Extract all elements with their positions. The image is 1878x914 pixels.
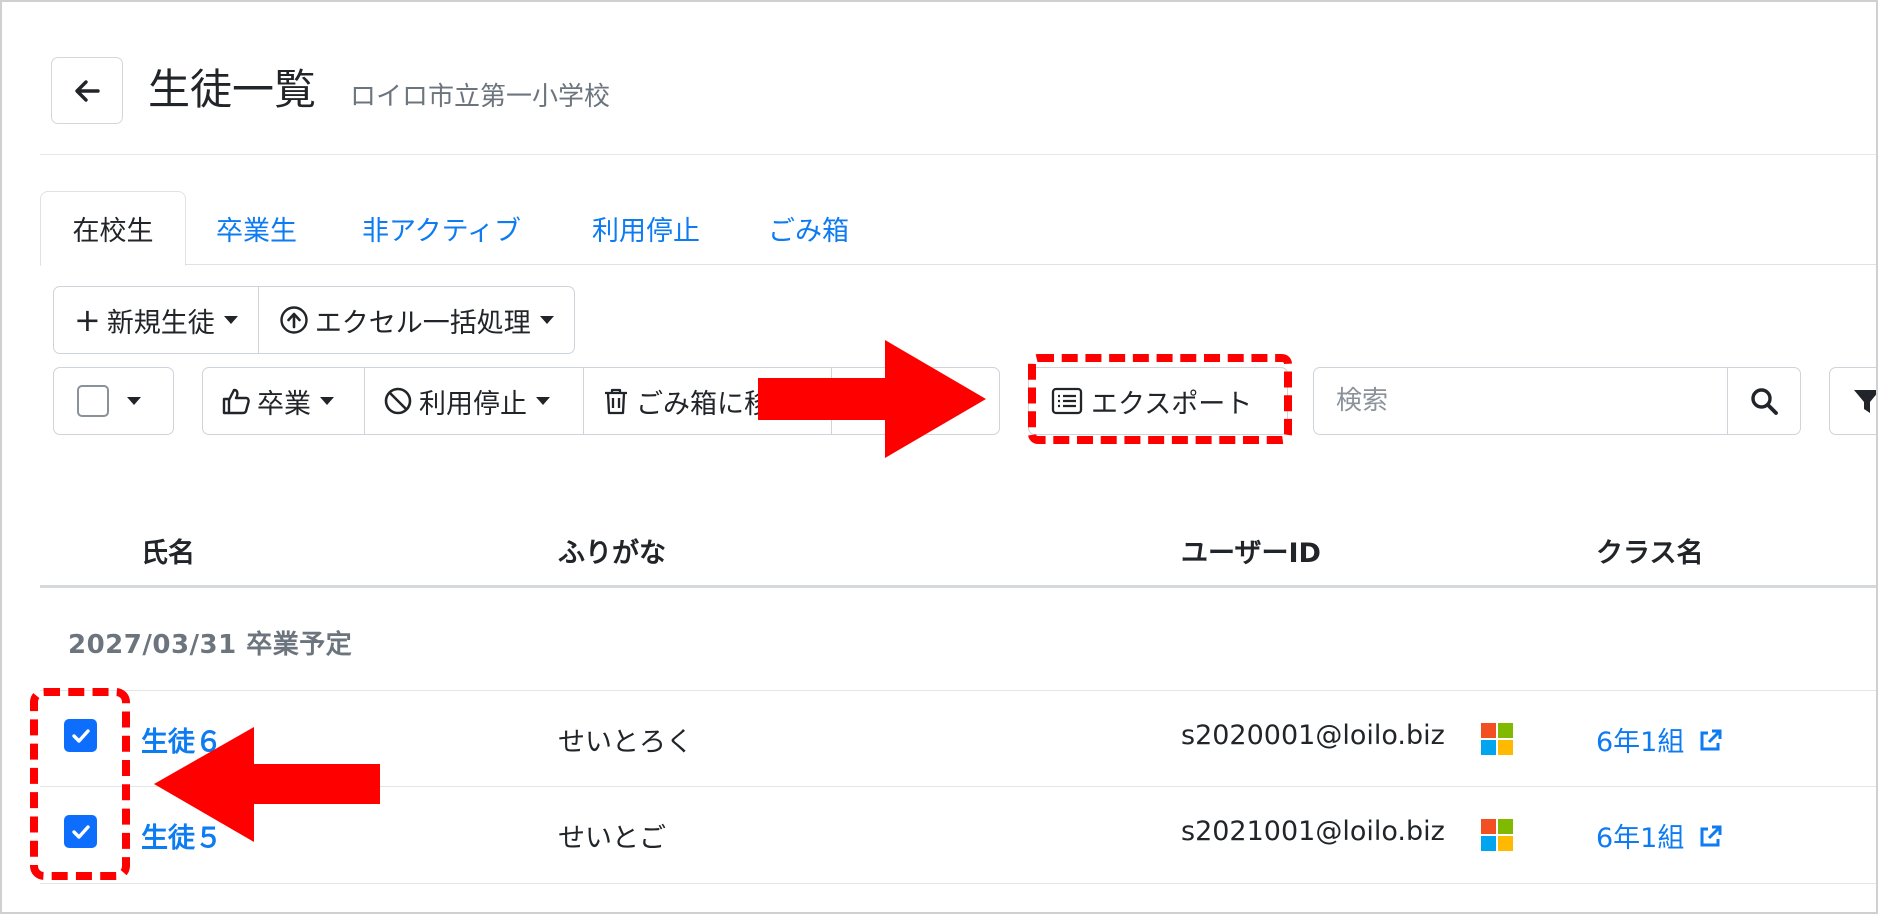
user-id-cell: s2020001@loilo.biz: [1181, 720, 1445, 751]
caret-down-icon: [223, 316, 238, 324]
export-highlight-annotation: [1028, 354, 1292, 444]
search-input[interactable]: [1314, 368, 1727, 434]
thumbs-up-icon: [222, 388, 250, 415]
excel-batch-button[interactable]: エクセル一括処理: [257, 287, 574, 353]
app-window: 生徒一覧 ロイロ市立第一小学校 在校生 卒業生 非アクティブ 利用停止 ごみ箱 …: [0, 0, 1878, 914]
tab-inactive[interactable]: 非アクティブ: [362, 191, 521, 265]
arrow-left-icon: [75, 79, 100, 102]
graduate-button[interactable]: 卒業: [203, 368, 364, 434]
microsoft-icon: [1481, 723, 1513, 755]
suspend-button[interactable]: 利用停止: [364, 368, 583, 434]
search-button[interactable]: [1727, 368, 1800, 434]
caret-down-icon: [320, 397, 334, 405]
caret-down-icon: [539, 316, 554, 324]
tab-enrolled[interactable]: 在校生: [40, 191, 186, 266]
class-link[interactable]: 6年1組: [1596, 816, 1723, 855]
graduate-label: 卒業: [257, 388, 311, 420]
filter-button[interactable]: [1829, 367, 1876, 435]
class-link-label: 6年1組: [1596, 823, 1685, 854]
select-all-checkbox[interactable]: [77, 385, 109, 417]
search-icon: [1751, 388, 1778, 415]
tab-suspended[interactable]: 利用停止: [592, 191, 700, 265]
select-all-dropdown[interactable]: [53, 367, 174, 435]
external-link-icon: [1700, 729, 1722, 751]
filter-icon: [1854, 390, 1876, 413]
new-student-button[interactable]: + 新規生徒: [54, 287, 258, 353]
trash-label: ごみ箱に移: [636, 388, 771, 420]
suspend-label: 利用停止: [419, 388, 527, 420]
column-header-name[interactable]: 氏名: [141, 531, 195, 570]
tab-graduates[interactable]: 卒業生: [216, 191, 297, 265]
column-header-furigana[interactable]: ふりがな: [558, 531, 666, 570]
excel-batch-label: エクセル一括処理: [314, 307, 531, 339]
external-link-icon: [1700, 825, 1722, 847]
microsoft-icon: [1481, 819, 1513, 851]
tab-trash[interactable]: ごみ箱: [768, 191, 849, 265]
caret-down-icon: [127, 397, 141, 405]
column-header-user-id[interactable]: ユーザーID: [1181, 531, 1321, 570]
furigana-cell: せいとろく: [558, 727, 693, 758]
upload-circle-icon: [280, 306, 308, 334]
caret-down-icon: [536, 397, 550, 405]
ban-icon: [384, 387, 412, 415]
row-divider: [40, 883, 1876, 884]
search-box: [1313, 367, 1801, 435]
furigana-cell: せいとご: [558, 823, 666, 854]
class-link-label: 6年1組: [1596, 727, 1685, 758]
plus-icon: +: [74, 301, 101, 339]
header-divider: [40, 154, 1876, 155]
column-header-class[interactable]: クラス名: [1596, 531, 1703, 570]
tab-bar: 在校生 卒業生 非アクティブ 利用停止 ごみ箱: [40, 191, 1876, 266]
row-divider: [40, 690, 1876, 691]
new-student-label: 新規生徒: [106, 307, 215, 339]
create-button-group: + 新規生徒 エクセル一括処理: [53, 286, 575, 354]
table-header-divider: [40, 585, 1876, 588]
group-label: 2027/03/31 卒業予定: [68, 630, 353, 660]
back-button[interactable]: [51, 57, 123, 124]
trash-icon: [605, 388, 627, 415]
school-name: ロイロ市立第一小学校: [350, 82, 611, 112]
arrow-right-annotation: [758, 340, 986, 458]
page-title: 生徒一覧: [148, 65, 317, 114]
user-id-cell: s2021001@loilo.biz: [1181, 816, 1445, 847]
class-link[interactable]: 6年1組: [1596, 720, 1723, 759]
checkbox-highlight-annotation: [30, 688, 130, 880]
arrow-left-annotation: [154, 727, 380, 842]
